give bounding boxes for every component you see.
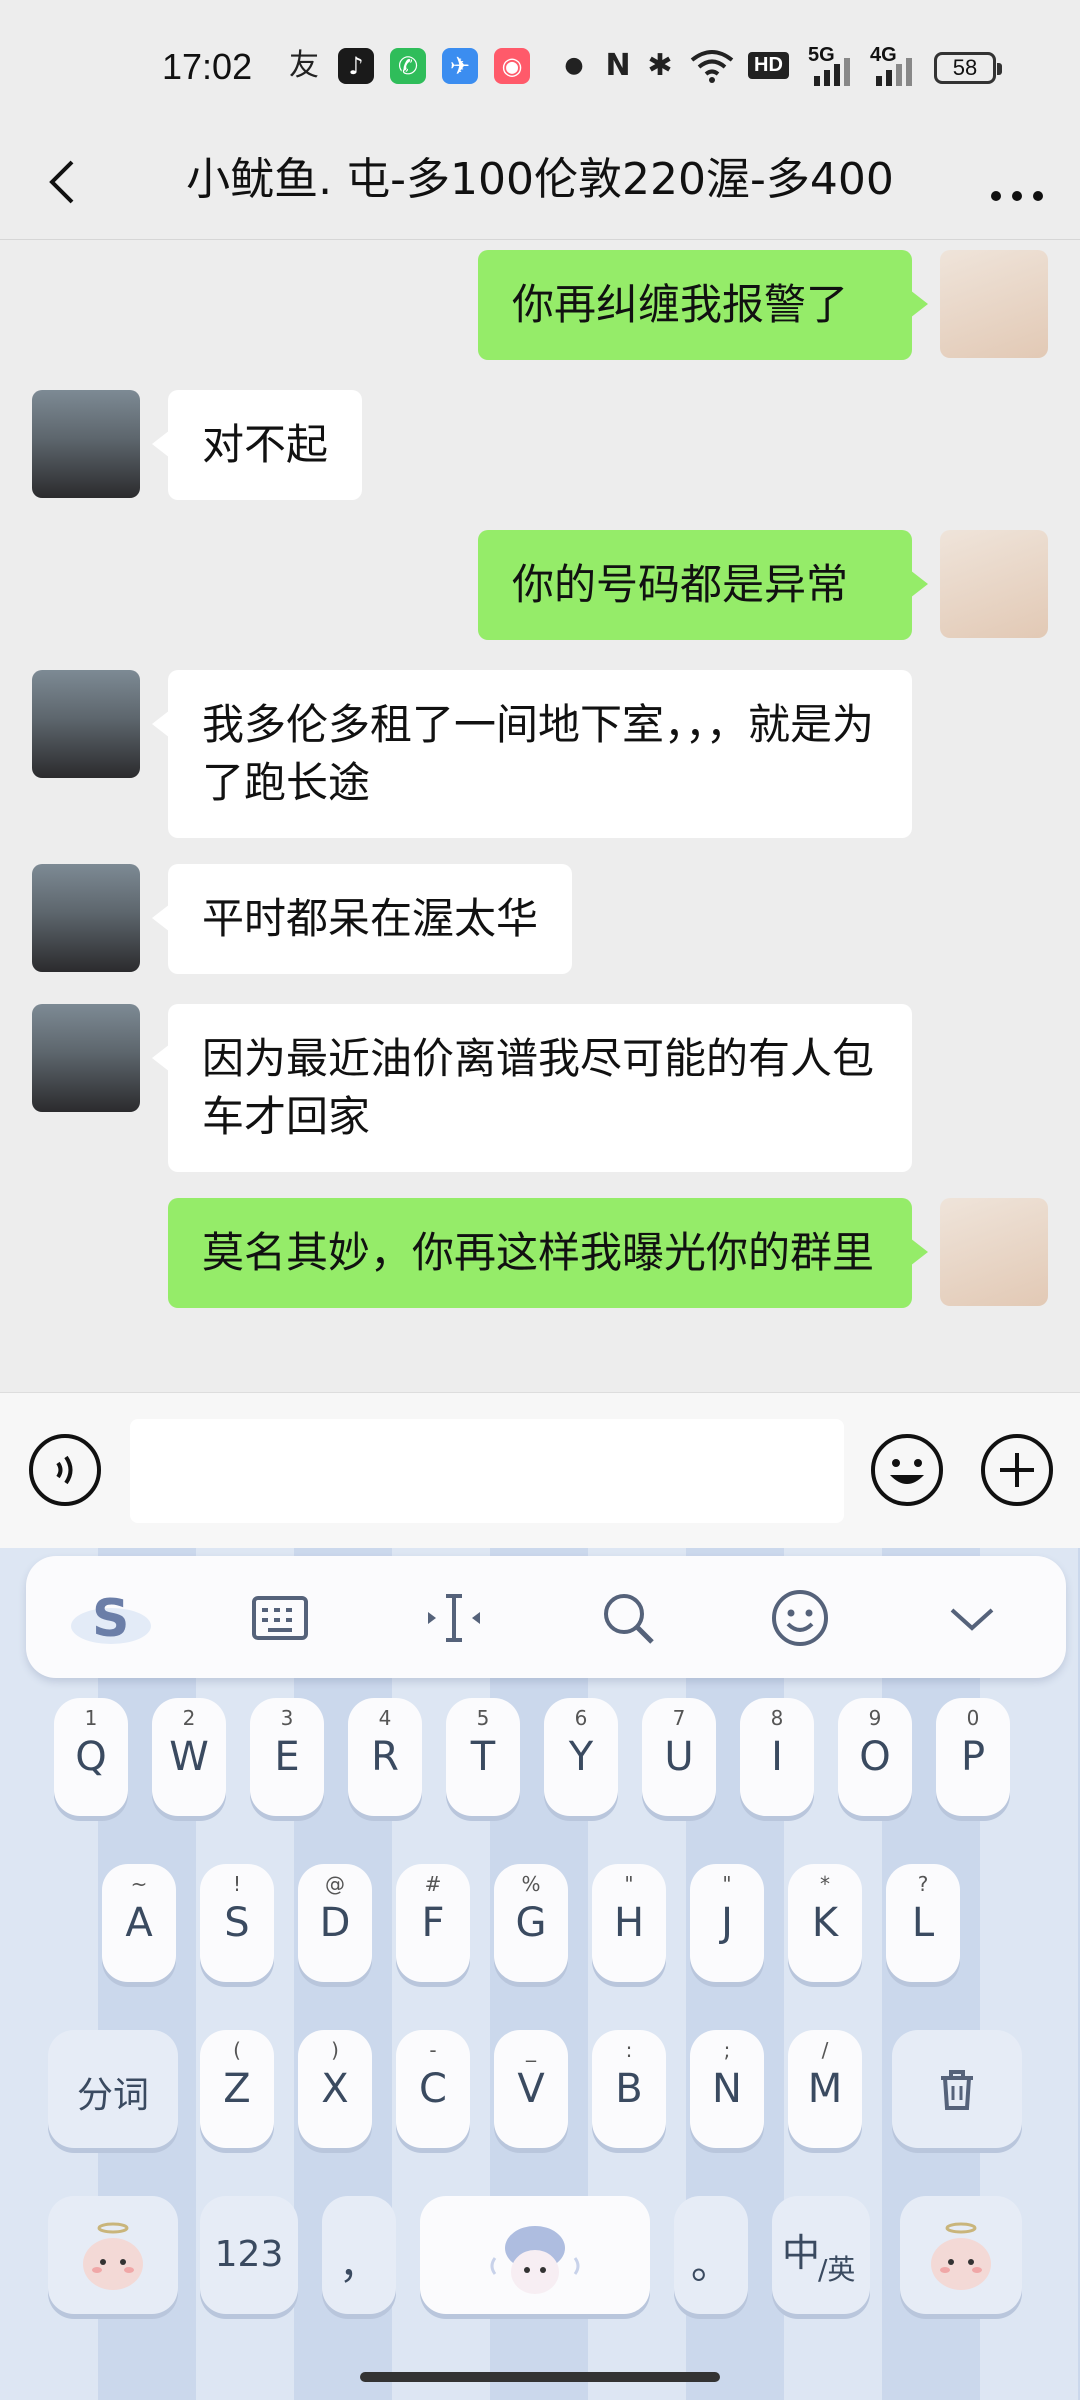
camera-app-icon: ◉ (494, 48, 530, 84)
comma-key[interactable]: ， (322, 2196, 396, 2314)
signal-5g-icon (814, 58, 850, 86)
contact-avatar[interactable] (32, 1004, 140, 1112)
lang-zh-label: 中 (782, 2231, 821, 2275)
dot-icon: ● (564, 53, 584, 78)
fenci-button[interactable]: 分词 (48, 2030, 178, 2148)
key-e[interactable]: 3E (250, 1698, 324, 1816)
status-time: 17:02 (162, 46, 253, 87)
emoji-icon[interactable] (870, 1433, 944, 1507)
key-b[interactable]: :B (592, 2030, 666, 2148)
key-l[interactable]: ? L (886, 1864, 960, 1982)
message-bubble[interactable]: 对不起 (151, 390, 363, 500)
key-y[interactable]: 6Y (544, 1698, 618, 1816)
my-avatar[interactable] (940, 250, 1048, 358)
keyboard-icon[interactable] (248, 1586, 312, 1650)
key-k[interactable]: * K (788, 1864, 862, 1982)
tiktok-icon: ♪ (338, 48, 374, 84)
chat-title: 小鱿鱼. 屯-多100伦敦220渥-多400 (186, 154, 894, 205)
trash-icon (941, 2070, 973, 2110)
key-o[interactable]: 9O (838, 1698, 912, 1816)
key-c[interactable]: -C (396, 2030, 470, 2148)
airplane-app-icon: ✈ (442, 48, 478, 84)
key-u[interactable]: 7U (642, 1698, 716, 1816)
key-i[interactable]: 8I (740, 1698, 814, 1816)
cursor-move-icon[interactable] (422, 1586, 486, 1650)
contact-avatar[interactable] (32, 390, 140, 498)
key-w[interactable]: 2W (152, 1698, 226, 1816)
signal-4g-icon (876, 58, 912, 86)
my-avatar[interactable] (940, 1198, 1048, 1306)
number-keyboard-button[interactable]: 123 (200, 2196, 298, 2314)
battery-icon: 58 (934, 52, 1002, 84)
delete-button[interactable] (892, 2030, 1022, 2148)
key-r[interactable]: 4R (348, 1698, 422, 1816)
mascot-character-icon (83, 2222, 143, 2290)
back-arrow-icon[interactable] (36, 152, 96, 212)
emoji-face-icon[interactable] (768, 1586, 832, 1650)
key-s[interactable]: ! S (200, 1864, 274, 1982)
mascot-space-icon (490, 2226, 580, 2294)
message-bubble[interactable]: 平时都呆在渥太华 (151, 864, 573, 974)
key-f[interactable]: # F (396, 1864, 470, 1982)
key-j[interactable]: " J (690, 1864, 764, 1982)
mascot-right-button[interactable] (900, 2196, 1022, 2314)
message-input[interactable] (130, 1419, 844, 1523)
contact-avatar[interactable] (32, 864, 140, 972)
hd-badge: HD (748, 52, 789, 79)
lang-en-label: /英 (818, 2253, 856, 2286)
key-t[interactable]: 5T (446, 1698, 520, 1816)
key-g[interactable]: % G (494, 1864, 568, 1982)
key-x[interactable]: ) X (298, 2030, 372, 2148)
my-avatar[interactable] (940, 530, 1048, 638)
language-switch-button[interactable]: 中 /英 (772, 2196, 870, 2314)
message-row-received: 我多伦多租了一间地下室，，，就是为了跑长途 (32, 670, 912, 838)
period-key[interactable]: 。 (674, 2196, 748, 2314)
status-bar: 17:02 友 ♪ ✆ ✈ ◉ ● N ✱ HD 5G 4G 58 (0, 0, 1080, 130)
voice-input-icon[interactable] (28, 1433, 102, 1507)
key-p[interactable]: 0P (936, 1698, 1010, 1816)
plus-icon[interactable] (980, 1433, 1054, 1507)
message-row-sent: 你的号码都是异常 (478, 530, 1048, 640)
message-row-sent: 你再纠缠我报警了 (478, 250, 1048, 360)
soft-keyboard: S 1Q 2W 3E 4R 5T 6Y 7U 8I 9O 0P ~A !S (0, 1548, 1080, 2400)
space-bar[interactable] (420, 2196, 650, 2314)
key-d[interactable]: @ D (298, 1864, 372, 1982)
key-n[interactable]: ; N (690, 2030, 764, 2148)
message-bubble[interactable]: 因为最近油价离谱我尽可能的有人包车才回家 (152, 1004, 912, 1172)
app-notification-icon: 友 (289, 48, 319, 83)
mascot-character-icon (931, 2222, 991, 2290)
message-row-received: 对不起 (32, 390, 363, 500)
search-icon[interactable] (596, 1586, 660, 1650)
nfc-icon: N (605, 48, 631, 83)
key-m[interactable]: / M (788, 2030, 862, 2148)
mascot-left-button[interactable] (48, 2196, 178, 2314)
key-v[interactable]: _ V (494, 2030, 568, 2148)
bluetooth-icon: ✱ (647, 48, 673, 83)
message-row-received: 平时都呆在渥太华 (32, 864, 573, 974)
message-bubble[interactable]: 莫名其妙，你再这样我曝光你的群里 (168, 1198, 928, 1308)
message-row-sent: 莫名其妙，你再这样我曝光你的群里 (168, 1198, 1048, 1308)
message-row-received: 因为最近油价离谱我尽可能的有人包车才回家 (32, 1004, 912, 1172)
phone-icon: ✆ (390, 48, 426, 84)
svg-text:S: S (92, 1589, 129, 1649)
key-z[interactable]: (Z (200, 2030, 274, 2148)
key-a[interactable]: ~ A (102, 1864, 176, 1982)
more-options-icon[interactable] (982, 152, 1052, 212)
contact-avatar[interactable] (32, 670, 140, 778)
key-h[interactable]: " H (592, 1864, 666, 1982)
input-bar (0, 1392, 1080, 1548)
collapse-keyboard-icon[interactable] (940, 1586, 1004, 1650)
key-q[interactable]: 1Q (54, 1698, 128, 1816)
keyboard-toolbar: S (26, 1556, 1066, 1678)
sogou-logo-icon[interactable]: S (66, 1586, 156, 1650)
message-bubble[interactable]: 你的号码都是异常 (478, 530, 928, 640)
message-bubble[interactable]: 我多伦多租了一间地下室，，，就是为了跑长途 (152, 670, 912, 838)
wifi-icon (690, 50, 734, 83)
home-indicator[interactable] (360, 2372, 720, 2382)
chat-header: 小鱿鱼. 屯-多100伦敦220渥-多400 (0, 130, 1080, 240)
message-bubble[interactable]: 你再纠缠我报警了 (478, 250, 928, 360)
